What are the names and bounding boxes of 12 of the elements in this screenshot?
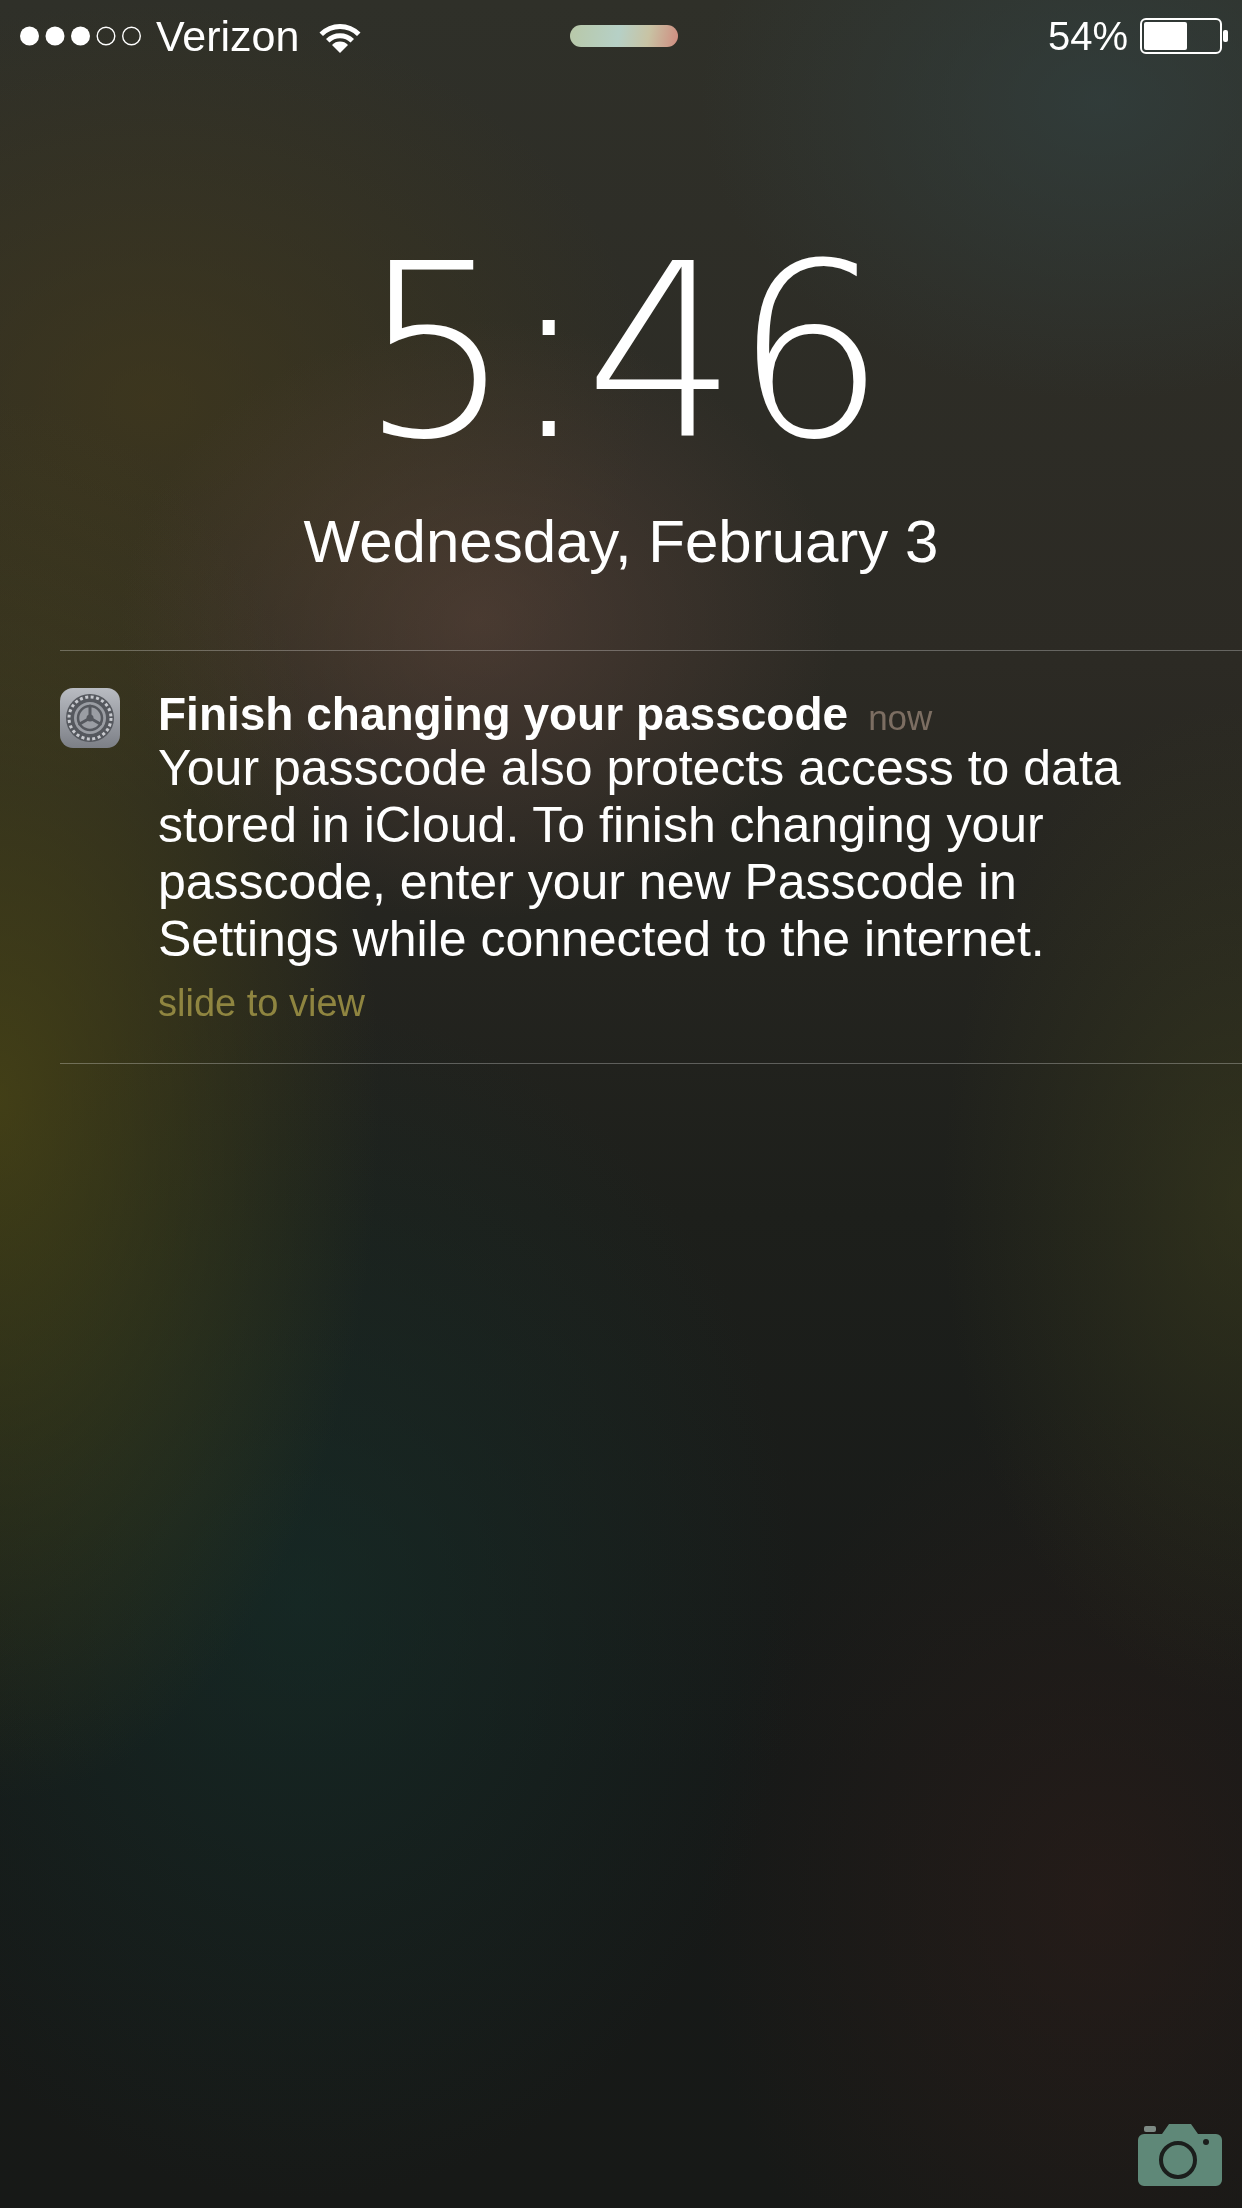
clock-time: 5:46 bbox=[358, 233, 884, 473]
notification-time: now bbox=[868, 698, 933, 738]
date-text: Wednesday, February 3 bbox=[302, 512, 940, 572]
carrier-name: Verizon bbox=[156, 14, 300, 58]
battery-percentage: 54% bbox=[1047, 16, 1128, 56]
slide-to-view-hint: slide to view bbox=[158, 981, 366, 1025]
notification-message: Your passcode also protects access to data stored in iCloud. To finish changing your passcode, enter your new Passcode in Settings while connected to the internet. bbox=[158, 740, 1122, 968]
pill-bar-icon bbox=[570, 25, 678, 47]
signal-strength-icon bbox=[20, 26, 142, 46]
battery-icon bbox=[1140, 18, 1228, 54]
notification-title: Finish changing your passcode bbox=[158, 688, 849, 740]
settings-gear-icon bbox=[60, 688, 120, 748]
